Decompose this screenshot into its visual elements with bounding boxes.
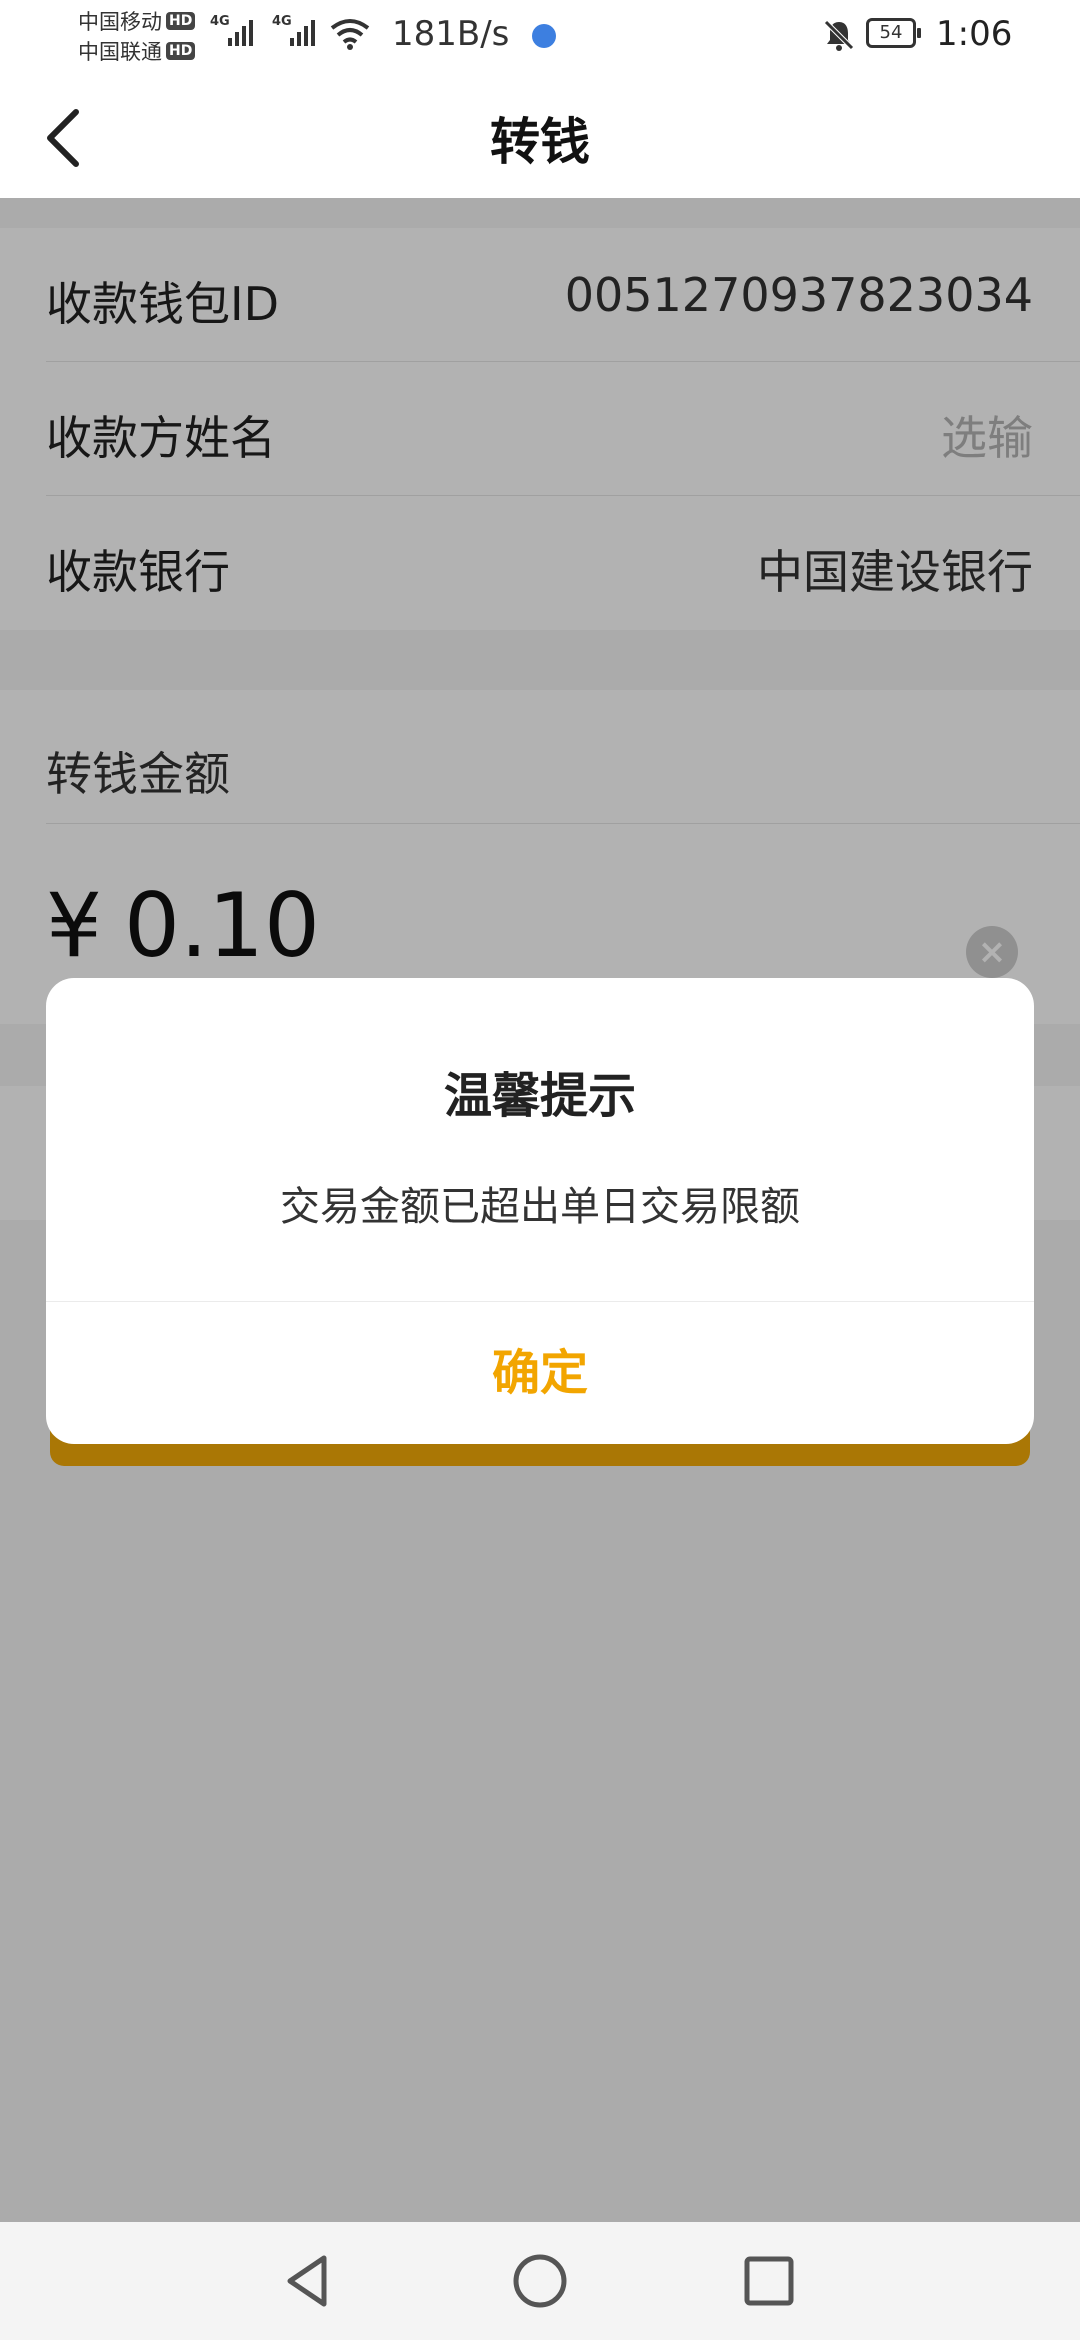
alert-dialog: 温馨提示 交易金额已超出单日交易限额 确定 xyxy=(46,978,1034,1444)
dialog-message: 交易金额已超出单日交易限额 xyxy=(280,1184,800,1230)
page-title: 转钱 xyxy=(490,113,590,171)
battery-indicator: 54 xyxy=(866,18,921,48)
hd-badge: HD xyxy=(166,12,196,30)
status-bar: 中国移动 HD 中国联通 HD 4G 4G 181B/s 54 1:06 xyxy=(0,0,1080,72)
system-nav-bar xyxy=(0,2222,1080,2340)
square-recents-icon[interactable] xyxy=(736,2248,802,2314)
carrier-2-label: 中国联通 xyxy=(78,40,162,64)
network-speed: 181B/s xyxy=(392,14,510,54)
dialog-title: 温馨提示 xyxy=(443,1068,636,1124)
carrier-1-label: 中国移动 xyxy=(78,10,162,34)
triangle-back-icon[interactable] xyxy=(276,2248,342,2314)
clock: 1:06 xyxy=(936,14,1013,54)
screen: 中国移动 HD 中国联通 HD 4G 4G 181B/s 54 1:06 转钱 … xyxy=(0,0,1080,2340)
confirm-button[interactable]: 确定 xyxy=(46,1302,1034,1444)
globe-icon xyxy=(532,24,556,48)
circle-home-icon[interactable] xyxy=(507,2248,573,2314)
hd-badge: HD xyxy=(166,42,196,60)
wifi-icon xyxy=(330,19,370,50)
bell-muted-icon xyxy=(824,20,854,51)
carrier-info: 中国移动 HD 中国联通 HD xyxy=(78,6,208,66)
app-header: 转钱 xyxy=(0,72,1080,198)
